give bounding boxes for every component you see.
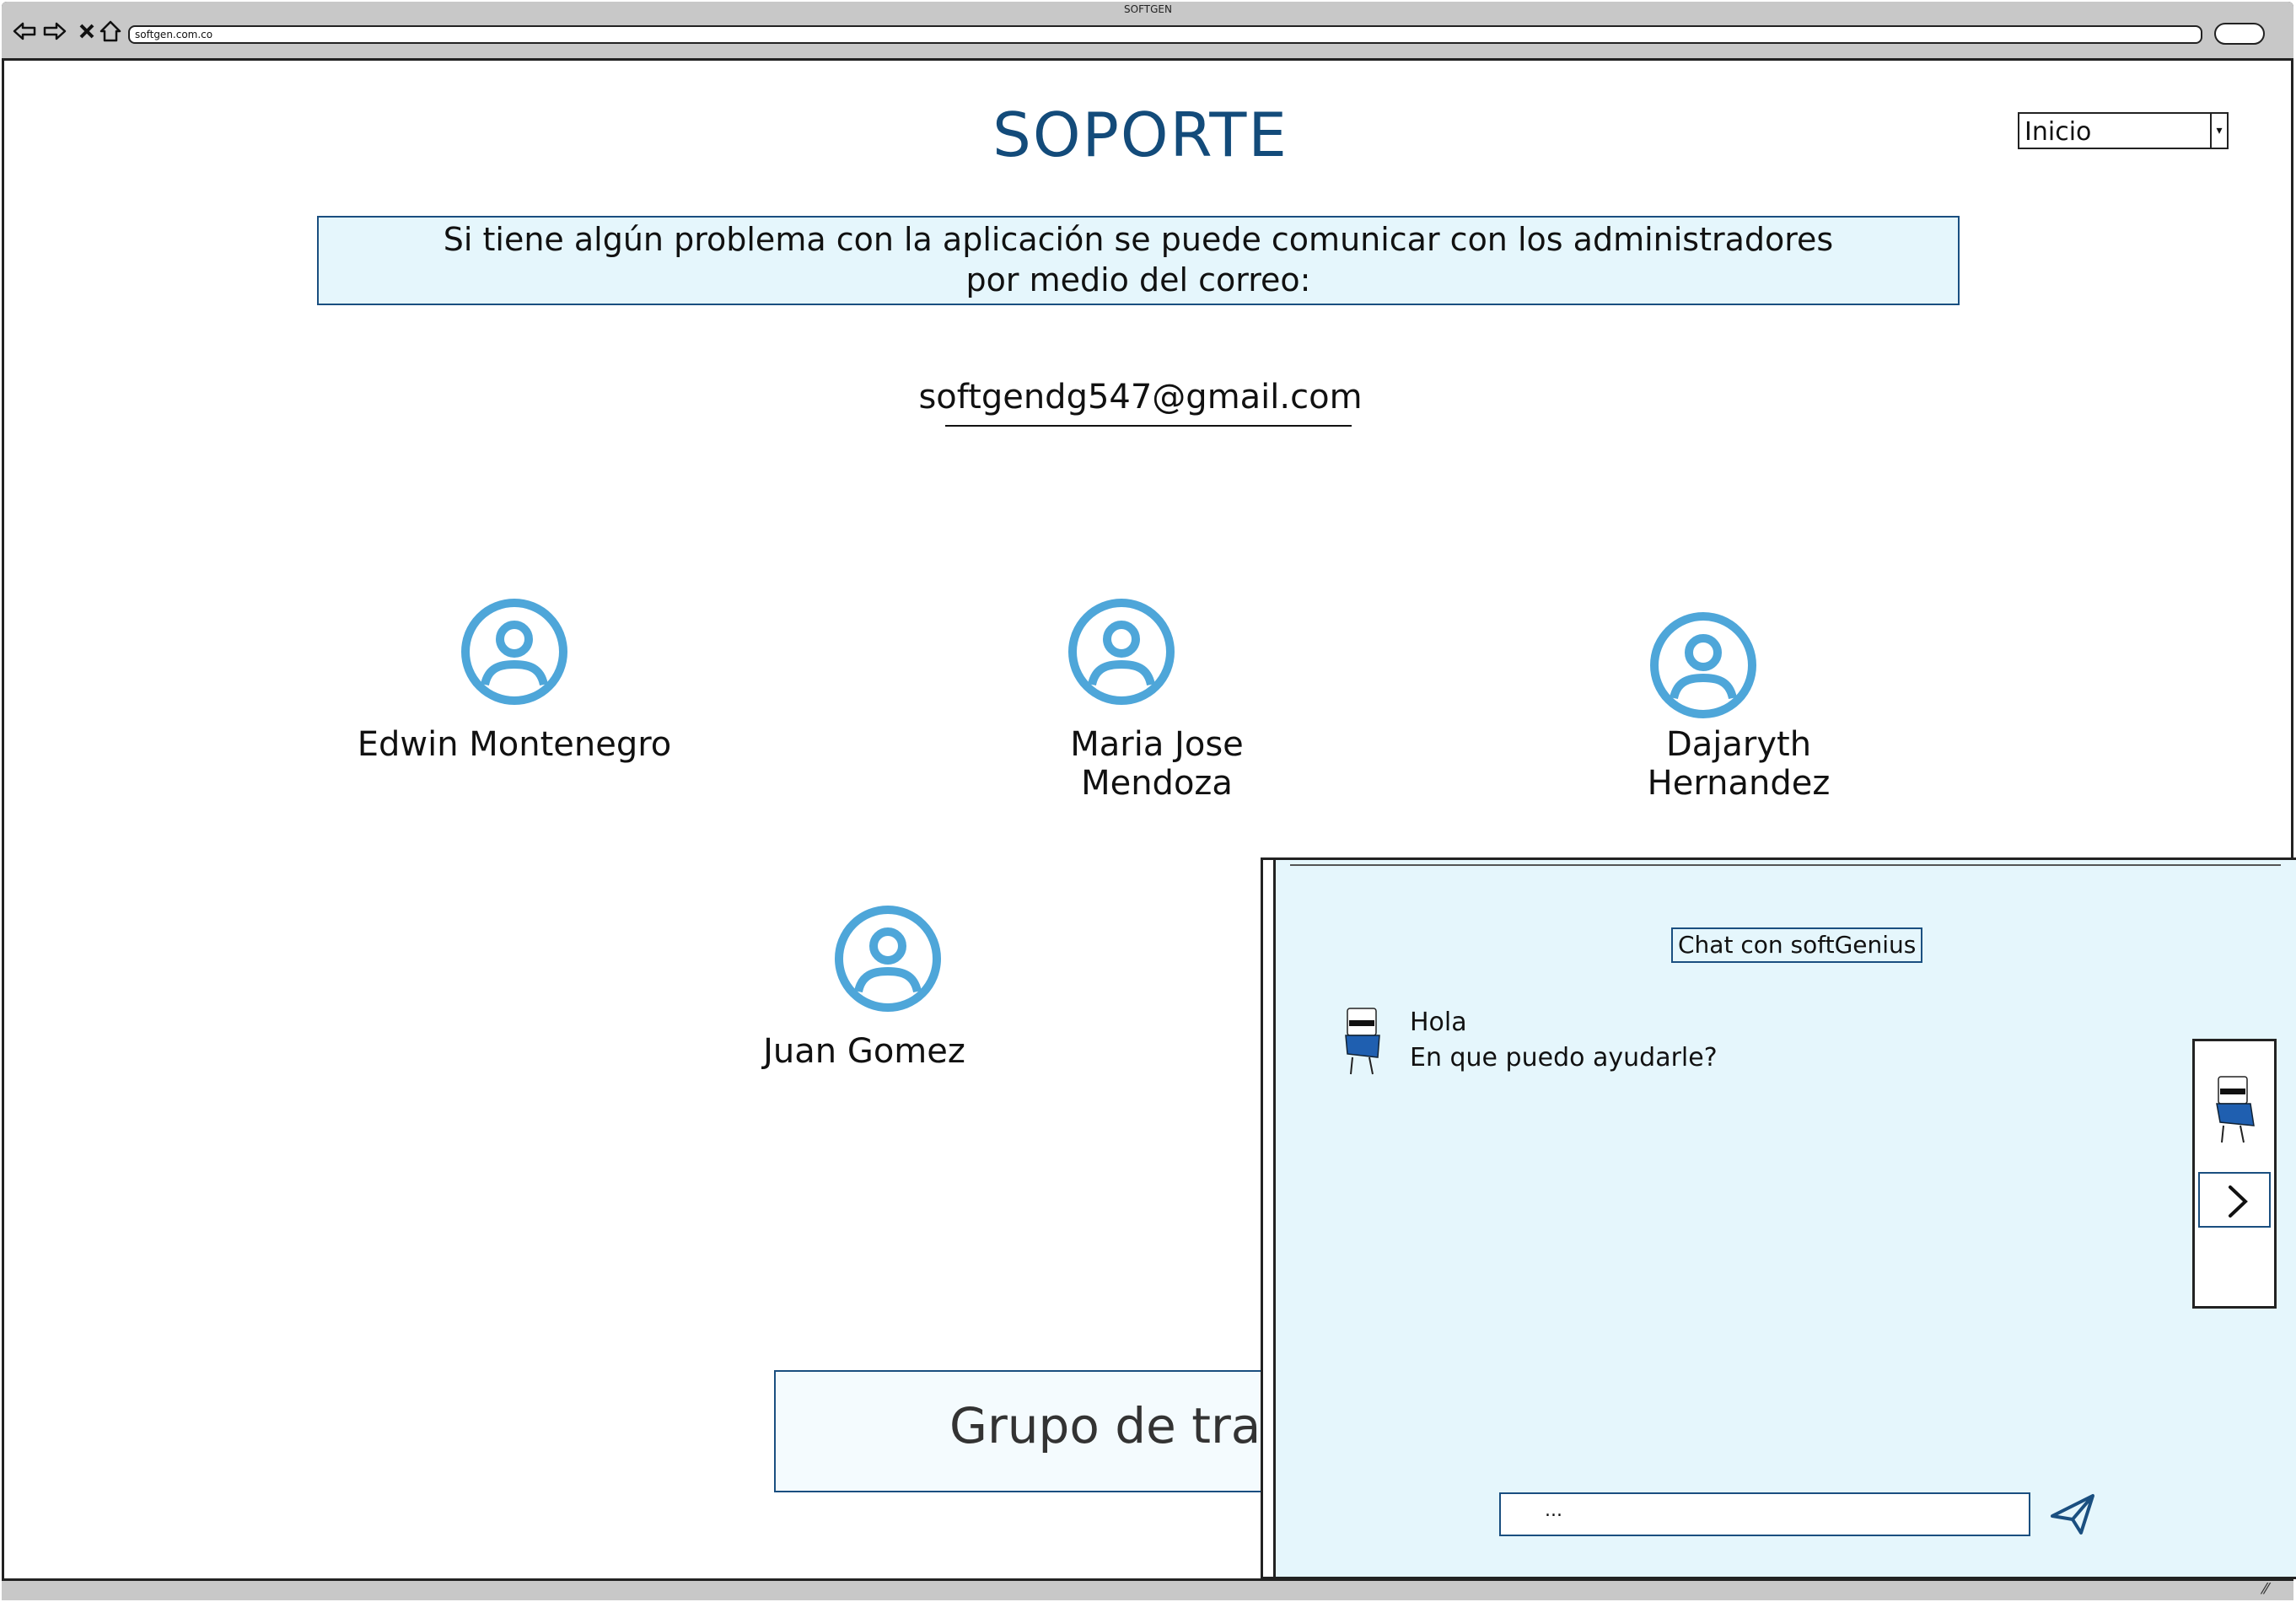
- user-circle-icon: [461, 599, 567, 705]
- user-circle-icon: [1068, 599, 1175, 705]
- chat-next-button[interactable]: [2198, 1172, 2271, 1228]
- bot-avatar-icon: [2216, 1076, 2255, 1143]
- team-member: Edwin Montenegro: [346, 597, 683, 764]
- team-member: Juan Gomez: [719, 904, 1057, 1071]
- page-title: SOPORTE: [992, 99, 1288, 170]
- window-title: SOFTGEN: [1124, 3, 1172, 15]
- chat-message: Hola: [1410, 1008, 1467, 1037]
- home-icon[interactable]: [98, 19, 123, 44]
- email-underline: [945, 425, 1352, 427]
- support-notice: Si tiene algún problema con la aplicació…: [317, 216, 1960, 305]
- notice-line-1: Si tiene algún problema con la aplicació…: [443, 221, 1834, 258]
- team-member-name: Maria Jose Mendoza: [1070, 725, 1244, 803]
- team-member-name: Dajaryth Hernandez: [1647, 725, 1831, 803]
- url-bar[interactable]: softgen.com.co: [128, 25, 2202, 44]
- back-icon[interactable]: [12, 19, 37, 44]
- nav-select[interactable]: Inicio ▾: [2018, 112, 2229, 149]
- chat-panel: [1273, 857, 2296, 1579]
- chat-divider: [1290, 864, 2281, 866]
- chat-title: Chat con softGenius: [1671, 927, 1923, 963]
- bot-avatar-icon: [1345, 1008, 1380, 1075]
- nav-select-value: Inicio: [2024, 117, 2092, 147]
- chat-input[interactable]: ...: [1499, 1492, 2030, 1536]
- work-group-title: Grupo de trab: [949, 1397, 1287, 1454]
- user-circle-icon: [835, 906, 941, 1012]
- browser-search-field[interactable]: [2214, 23, 2265, 45]
- forward-icon[interactable]: [42, 19, 67, 44]
- notice-line-2: por medio del correo:: [965, 261, 1311, 298]
- chat-side-strip: [2192, 1039, 2277, 1309]
- resize-grip-icon[interactable]: ⁄⁄: [2263, 1580, 2268, 1598]
- dropdown-arrow-icon[interactable]: ▾: [2210, 114, 2227, 148]
- chevron-right-icon: [2229, 1185, 2248, 1218]
- team-member: Maria Jose Mendoza: [953, 597, 1290, 803]
- paper-plane-icon[interactable]: [2047, 1491, 2098, 1538]
- team-member-name: Juan Gomez: [763, 1032, 965, 1071]
- chat-message: En que puedo ayudarle?: [1410, 1043, 1718, 1072]
- close-icon[interactable]: [74, 19, 99, 44]
- team-member: Dajaryth Hernandez: [1535, 610, 1872, 803]
- work-group-panel[interactable]: Grupo de trab: [774, 1370, 1287, 1492]
- team-member-name: Edwin Montenegro: [357, 725, 672, 764]
- browser-statusbar: [2, 1578, 2293, 1600]
- user-circle-icon: [1650, 612, 1756, 718]
- support-email[interactable]: softgendg547@gmail.com: [0, 378, 2281, 417]
